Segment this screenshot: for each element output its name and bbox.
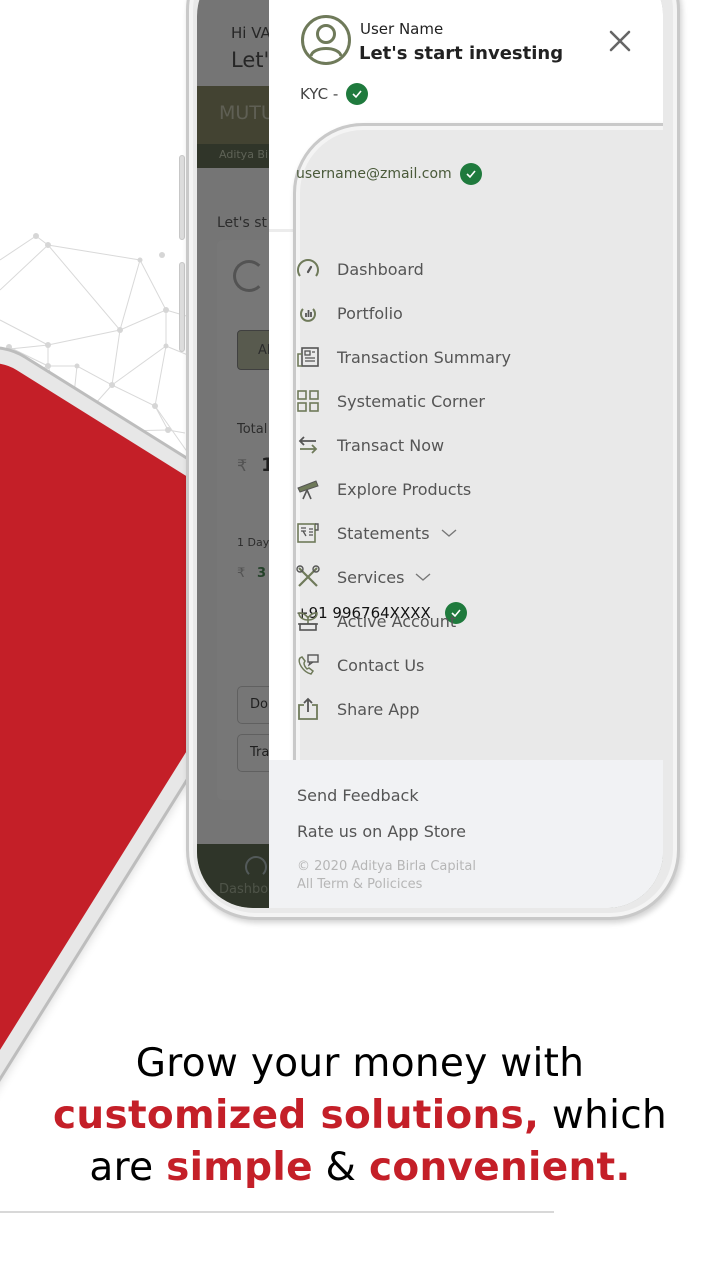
phone-side-button [179, 262, 185, 352]
headline-line-3: are simple & convenient. [0, 1142, 720, 1194]
copyright-text: © 2020 Aditya Birla Capital All Term & P… [297, 858, 476, 894]
user-avatar-icon [301, 15, 351, 65]
phone-chat-icon [298, 654, 319, 675]
navigation-drawer: User Name Let's start investing KYC - +9… [269, 0, 663, 908]
menu-item-transact-now[interactable]: Transact Now [295, 430, 444, 460]
rate-app-link[interactable]: Rate us on App Store [297, 822, 466, 841]
drawer-footer: Send Feedback Rate us on App Store © 202… [269, 760, 663, 908]
menu-item-active-account[interactable]: Active Account [295, 606, 456, 636]
speedometer-icon [297, 259, 319, 277]
chevron-down-icon[interactable] [414, 571, 432, 583]
kyc-label: KYC - [300, 85, 339, 103]
menu-item-label: Active Account [337, 611, 457, 631]
menu-item-label: Transaction Summary [337, 347, 511, 367]
telescope-icon [297, 480, 319, 500]
menu-item-transaction-summary[interactable]: Transaction Summary [295, 342, 511, 372]
drawer-header: User Name Let's start investing KYC - +9… [269, 0, 663, 908]
email-status: username@zmail.com [296, 163, 482, 185]
send-feedback-link[interactable]: Send Feedback [297, 786, 419, 805]
email-address: username@zmail.com [296, 166, 452, 182]
plant-icon [298, 612, 318, 631]
close-icon[interactable] [605, 26, 635, 56]
verified-check-icon [459, 163, 482, 185]
menu-item-systematic-corner[interactable]: Systematic Corner [295, 386, 485, 416]
kyc-status: KYC - [300, 83, 369, 105]
drawer-tagline: Let's start investing [359, 43, 564, 64]
menu-item-label: Dashboard [337, 259, 424, 279]
grid-icon [297, 390, 319, 412]
headline-text: & [312, 1145, 369, 1190]
menu-item-label: Explore Products [337, 479, 472, 499]
headline-highlight: convenient. [368, 1145, 631, 1190]
marketing-headline: Grow your money with customized solution… [0, 1038, 720, 1194]
user-name: User Name [360, 20, 444, 38]
menu-item-label: Statements [337, 523, 430, 543]
swap-arrows-icon [298, 436, 318, 454]
menu-item-share-app[interactable]: Share App [295, 694, 420, 724]
phone-screen: Hi VA Let' MUTU Aditya Bi Let's st Al To… [197, 0, 663, 908]
headline-text: which [539, 1093, 668, 1138]
verified-check-icon [346, 83, 369, 105]
terms-policies-link[interactable]: All Term & Policices [297, 876, 476, 894]
newspaper-icon [297, 347, 319, 367]
headline-highlight: simple [166, 1145, 313, 1190]
menu-item-label: Share App [337, 699, 420, 719]
portfolio-chart-icon [300, 308, 316, 322]
menu-item-explore-products[interactable]: Explore Products [295, 474, 471, 504]
statement-icon [297, 523, 319, 543]
menu-item-services[interactable]: Services [295, 562, 432, 592]
menu-item-label: Portfolio [337, 303, 403, 323]
copyright-line: © 2020 Aditya Birla Capital [297, 859, 476, 874]
headline-line-2: customized solutions, which [0, 1090, 720, 1142]
divider-line [0, 1211, 554, 1213]
menu-item-label: Services [337, 567, 405, 587]
share-icon [298, 697, 318, 720]
headline-highlight: customized solutions, [52, 1093, 540, 1138]
tools-icon [296, 565, 320, 587]
phone-side-button [179, 155, 185, 240]
headline-text: are [89, 1145, 167, 1190]
menu-item-statements[interactable]: Statements [295, 518, 458, 548]
menu-item-dashboard[interactable]: Dashboard [295, 254, 424, 284]
menu-item-label: Transact Now [337, 435, 445, 455]
menu-item-label: Systematic Corner [337, 391, 485, 411]
menu-item-portfolio[interactable]: Portfolio [295, 298, 403, 328]
headline-line-1: Grow your money with [135, 1041, 585, 1086]
chevron-down-icon[interactable] [440, 527, 458, 539]
menu-item-label: Contact Us [337, 655, 425, 675]
menu-item-contact-us[interactable]: Contact Us [295, 650, 424, 680]
